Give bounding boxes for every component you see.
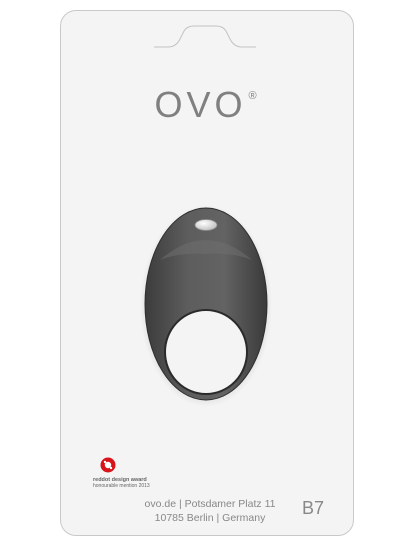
hang-slot: [154, 25, 256, 48]
registered-mark: ®: [248, 90, 257, 102]
manufacturer-address: ovo.de | Potsdamer Platz 11 10785 Berlin…: [130, 497, 290, 525]
brand-name: OVO: [154, 84, 247, 125]
model-number: B7: [302, 498, 325, 518]
award-caption: reddot design award honourable mention 2…: [93, 477, 183, 489]
award-subtitle: honourable mention 2013: [93, 483, 150, 489]
product-ring-image: [140, 205, 272, 407]
address-line-1: ovo.de | Potsdamer Platz 11: [144, 498, 276, 510]
power-button-icon: [194, 219, 218, 231]
brand-logo: OVO ®: [0, 84, 411, 126]
address-line-2: 10785 Berlin | Germany: [154, 512, 266, 524]
reddot-logo-icon: [100, 457, 116, 473]
